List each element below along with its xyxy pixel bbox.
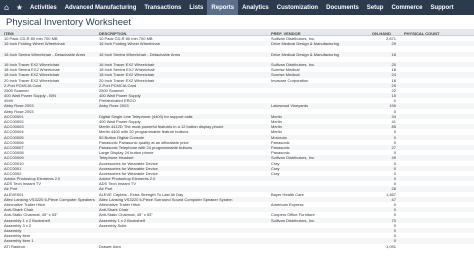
column-header-description[interactable]: DESCRIPTION [99,31,126,36]
nav-item-transactions[interactable]: Transactions [140,0,185,15]
nav-item-customization[interactable]: Customization [273,0,322,15]
column-header-item[interactable]: ITEM [4,31,14,36]
column-header-physical-count[interactable]: PHYSICAL COUNT [404,31,439,36]
nav-item-commerce[interactable]: Commerce [387,0,426,15]
column-header-pref-vendor[interactable]: PREF. VENDOR [271,31,301,36]
nav-item-support[interactable]: Support [426,0,457,15]
cell-description: Drawer Asm [99,243,121,249]
table-body: 10 Pack CD-R 80 min 700 MB 10 Pack CD-R 8… [0,36,474,249]
nav-item-setup[interactable]: Setup [363,0,388,15]
nav-item-documents[interactable]: Documents [322,0,363,15]
top-navigation-bar: ⌂ ★ Activities Advanced Manufacturing Tr… [0,0,474,15]
table-row[interactable]: ATI Radeon Drawer Asm 1,091 [0,244,474,249]
home-icon[interactable]: ⌂ [0,0,13,15]
table-header: ITEM DESCRIPTION PREF. VENDOR ON-HAND PH… [0,29,474,36]
inventory-table: ITEM DESCRIPTION PREF. VENDOR ON-HAND PH… [0,29,474,249]
cell-item: ATI Radeon [4,243,26,249]
page-title: Physical Inventory Worksheet [6,17,131,28]
star-icon[interactable]: ★ [13,0,26,15]
nav-item-analytics[interactable]: Analytics [238,0,273,15]
column-header-on-hand[interactable]: ON-HAND [372,31,391,36]
nav-item-advanced-manufacturing[interactable]: Advanced Manufacturing [61,0,141,15]
cell-on-hand: 1,091 [385,243,396,249]
nav-item-activities[interactable]: Activities [26,0,61,15]
nav-item-reports[interactable]: Reports [207,0,239,15]
nav-item-lists[interactable]: Lists [185,0,207,15]
